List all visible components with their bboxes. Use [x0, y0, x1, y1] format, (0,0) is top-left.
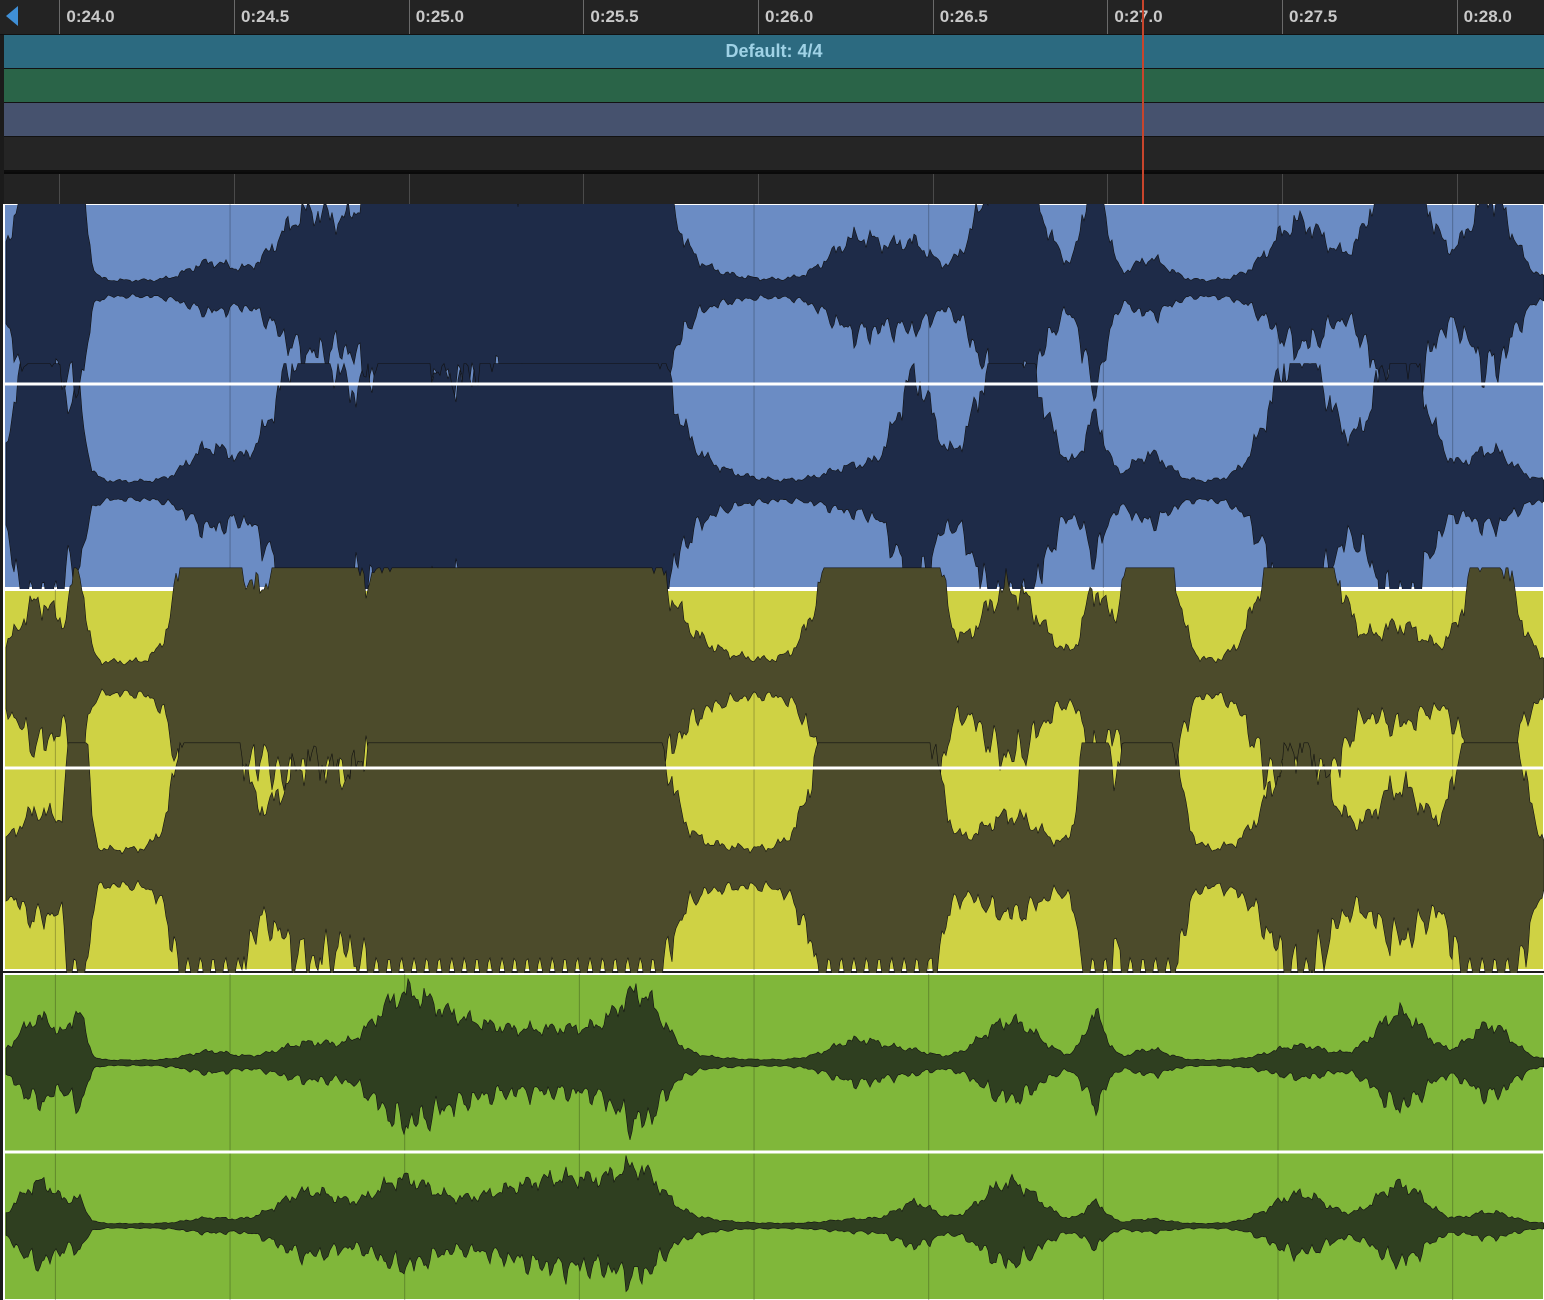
- ruler-tick-mark: [1107, 0, 1109, 34]
- ruler-tick-label: 0:25.0: [415, 7, 464, 26]
- scroll-left-icon[interactable]: [6, 6, 18, 26]
- audio-region: [3, 973, 1544, 1300]
- ruler-tick-label: 0:26.5: [939, 7, 988, 26]
- ruler-tick-label: 0:27.0: [1114, 7, 1163, 26]
- marker-track-lane[interactable]: [4, 68, 1544, 102]
- ruler-tick-label: 0:24.5: [241, 7, 290, 26]
- grid-mark: [1456, 174, 1458, 206]
- ruler-tick-label: 0:28.0: [1463, 7, 1512, 26]
- ruler-tick-label: 0:25.5: [590, 7, 639, 26]
- track-blue[interactable]: [3, 204, 1544, 620]
- global-track-lane-empty[interactable]: [4, 136, 1544, 172]
- track-grid-strip: [4, 172, 1544, 206]
- ruler-tick-label: 0:27.5: [1289, 7, 1338, 26]
- ruler-tick-label: 0:24.0: [66, 7, 115, 26]
- ruler-tick-mark: [408, 0, 410, 34]
- ruler-tick-mark: [758, 0, 760, 34]
- track-green[interactable]: [3, 973, 1544, 1300]
- grid-mark: [1282, 174, 1283, 206]
- ruler-tick-mark: [583, 0, 585, 34]
- grid-mark: [1107, 174, 1109, 206]
- grid-mark: [932, 174, 934, 206]
- audio-tracks-area[interactable]: [0, 204, 1544, 1300]
- tempo-track-lane[interactable]: [4, 102, 1544, 136]
- grid-mark: [408, 174, 410, 206]
- grid-mark: [583, 174, 585, 206]
- ruler-tick-mark: [59, 0, 61, 34]
- grid-mark: [59, 174, 61, 206]
- time-ruler[interactable]: 0:24.0 0:24.5 0:25.0 0:25.5 0:26.0 0:26.5 0:27…: [0, 0, 1544, 35]
- signature-track-lane[interactable]: Default: 4/4: [4, 34, 1544, 68]
- track-yellow[interactable]: [3, 567, 1544, 997]
- ruler-tick-label: 0:26.0: [765, 7, 814, 26]
- ruler-tick-mark: [1456, 0, 1458, 34]
- ruler-tick-mark: [234, 0, 236, 34]
- playhead-line[interactable]: [1142, 0, 1145, 206]
- ruler-tick-mark: [932, 0, 934, 34]
- waveform-canvas[interactable]: [0, 204, 1544, 1300]
- grid-mark: [758, 174, 760, 206]
- ruler-tick-mark: [1282, 0, 1283, 34]
- signature-label: Default: 4/4: [725, 41, 823, 61]
- grid-mark: [234, 174, 236, 206]
